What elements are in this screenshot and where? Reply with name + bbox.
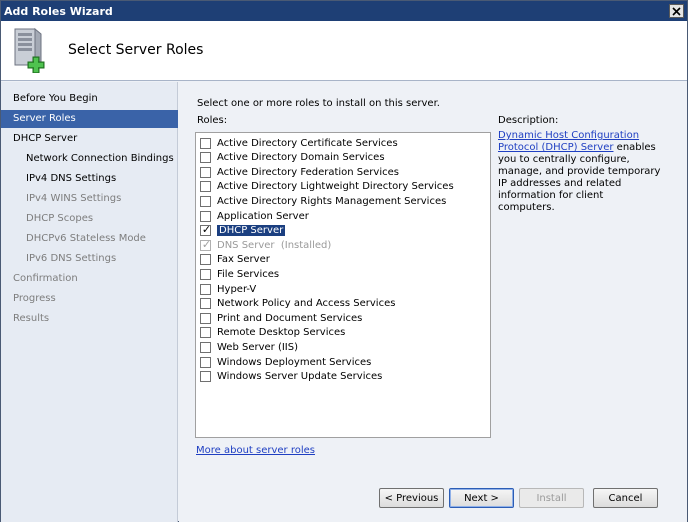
role-application-server[interactable]: Application Server (200, 209, 309, 223)
role-remote-desktop-services[interactable]: Remote Desktop Services (200, 326, 345, 340)
role-checkbox[interactable] (200, 356, 211, 368)
role-checkbox[interactable] (200, 371, 211, 383)
role-checkbox[interactable] (200, 210, 211, 222)
role-checkbox[interactable] (200, 341, 211, 353)
role-checkbox: ✓ (200, 237, 212, 251)
role-ad-domain-services[interactable]: Active Directory Domain Services (200, 151, 385, 165)
step-confirmation: Confirmation (13, 273, 78, 284)
role-label: Application Server (217, 210, 309, 222)
instruction-text: Select one or more roles to install on t… (197, 98, 440, 109)
role-checkbox[interactable] (200, 166, 211, 178)
role-checkbox[interactable] (200, 268, 211, 280)
role-ad-rights-management-services[interactable]: Active Directory Rights Management Servi… (200, 194, 446, 208)
role-checkbox[interactable] (200, 312, 211, 324)
roles-list[interactable]: Active Directory Certificate Services Ac… (195, 132, 491, 438)
role-label: Active Directory Rights Management Servi… (217, 195, 447, 207)
step-progress: Progress (13, 293, 56, 304)
role-windows-server-update-services[interactable]: Windows Server Update Services (200, 370, 382, 384)
step-server-roles[interactable]: Server Roles (1, 110, 178, 128)
role-checkbox[interactable] (200, 298, 211, 310)
role-label: Network Policy and Access Services (217, 298, 396, 310)
role-checkbox[interactable] (200, 327, 211, 339)
role-label: DNS Server (Installed) (217, 239, 332, 251)
role-file-services[interactable]: File Services (200, 267, 279, 281)
role-windows-deployment-services[interactable]: Windows Deployment Services (200, 355, 371, 369)
page-title: Select Server Roles (68, 42, 204, 58)
step-ipv6-dns-settings: IPv6 DNS Settings (26, 253, 117, 264)
step-before-you-begin[interactable]: Before You Begin (1, 90, 178, 108)
role-label: DHCP Server (215, 224, 287, 238)
checkmark-icon: ✓ (201, 237, 212, 251)
step-results: Results (13, 313, 50, 324)
role-label: Web Server (IIS) (217, 341, 299, 353)
role-label: Active Directory Lightweight Directory S… (217, 181, 454, 193)
close-icon (672, 6, 681, 16)
role-print-document-services[interactable]: Print and Document Services (200, 311, 362, 325)
role-checkbox[interactable] (200, 181, 211, 193)
description-label: Description: (498, 115, 559, 126)
step-dhcp-scopes: DHCP Scopes (26, 213, 94, 224)
checkmark-icon: ✓ (201, 223, 212, 237)
role-checkbox[interactable]: ✓ (200, 223, 212, 237)
previous-button[interactable]: < Previous (379, 488, 444, 508)
step-dhcpv6-stateless-mode: DHCPv6 Stateless Mode (26, 233, 146, 244)
role-web-server-iis[interactable]: Web Server (IIS) (200, 340, 298, 354)
next-button[interactable]: Next > (449, 488, 514, 508)
role-fax-server[interactable]: Fax Server (200, 253, 270, 267)
role-label: Remote Desktop Services (217, 327, 346, 339)
role-label: Windows Deployment Services (217, 356, 372, 368)
role-label: Fax Server (217, 254, 270, 266)
install-button: Install (519, 488, 584, 508)
step-ipv4-dns-settings[interactable]: IPv4 DNS Settings (1, 170, 178, 188)
role-label: Active Directory Domain Services (217, 152, 385, 164)
wizard-header: Select Server Roles (1, 21, 687, 81)
wizard-steps-sidebar: Before You Begin Server Roles DHCP Serve… (1, 82, 178, 522)
role-checkbox[interactable] (200, 283, 211, 295)
server-add-icon (14, 27, 45, 73)
role-hyper-v[interactable]: Hyper-V (200, 282, 256, 296)
title-bar[interactable]: Add Roles Wizard (1, 1, 687, 21)
step-ipv4-wins-settings: IPv4 WINS Settings (26, 193, 122, 204)
role-checkbox[interactable] (200, 254, 211, 266)
close-button[interactable] (669, 4, 684, 18)
step-network-connection-bindings[interactable]: Network Connection Bindings (1, 150, 178, 168)
role-label: Hyper-V (217, 283, 257, 295)
role-label: File Services (217, 268, 280, 280)
role-network-policy-access-services[interactable]: Network Policy and Access Services (200, 297, 395, 311)
role-checkbox[interactable] (200, 195, 211, 207)
role-label: Active Directory Federation Services (217, 166, 399, 178)
roles-label: Roles: (197, 115, 228, 126)
more-about-server-roles-link[interactable]: More about server roles (196, 445, 315, 456)
role-ad-certificate-services[interactable]: Active Directory Certificate Services (200, 136, 398, 150)
role-dns-server: ✓ DNS Server (Installed) (200, 238, 331, 252)
role-label: Active Directory Certificate Services (217, 137, 398, 149)
role-ad-federation-services[interactable]: Active Directory Federation Services (200, 165, 399, 179)
main-content: Select one or more roles to install on t… (179, 82, 687, 522)
role-checkbox[interactable] (200, 137, 211, 149)
add-roles-wizard-window: Add Roles Wizard Select Server Roles Bef… (0, 0, 688, 522)
role-description: Dynamic Host Configuration Protocol (DHC… (498, 130, 662, 214)
cancel-button[interactable]: Cancel (593, 488, 658, 508)
window-title: Add Roles Wizard (4, 5, 113, 18)
role-label: Windows Server Update Services (217, 371, 383, 383)
step-dhcp-server[interactable]: DHCP Server (1, 130, 178, 148)
role-dhcp-server[interactable]: ✓ DHCP Server (200, 223, 287, 238)
role-checkbox[interactable] (200, 152, 211, 164)
role-ad-lightweight-directory-services[interactable]: Active Directory Lightweight Directory S… (200, 180, 454, 194)
role-label: Print and Document Services (217, 312, 363, 324)
